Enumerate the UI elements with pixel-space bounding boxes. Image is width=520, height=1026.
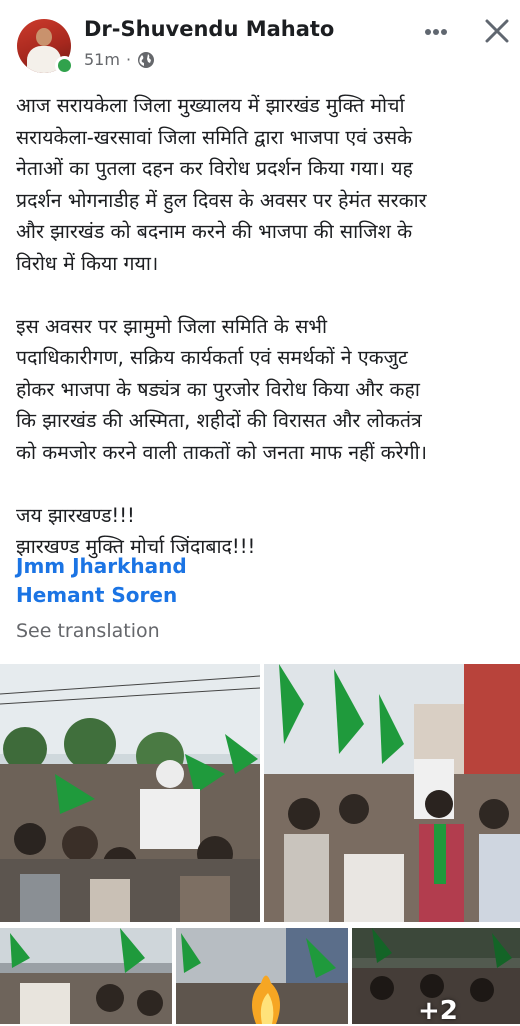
tag-hemant-soren[interactable]: Hemant Soren: [16, 583, 177, 607]
online-status-indicator: [55, 56, 74, 75]
post-photo-3[interactable]: [0, 928, 172, 1024]
post-photo-2[interactable]: [264, 664, 520, 922]
close-icon[interactable]: [482, 16, 512, 46]
globe-icon[interactable]: [137, 51, 155, 69]
post-paragraph-2: इस अवसर पर झामुमो जिला समिति के सभी पदाध…: [16, 314, 428, 464]
post-meta: 51m ·: [84, 50, 155, 69]
see-translation-link[interactable]: See translation: [16, 620, 160, 642]
tag-jmm-jharkhand[interactable]: Jmm Jharkhand: [16, 554, 187, 578]
avatar-face: [36, 28, 52, 46]
post-time[interactable]: 51m: [84, 50, 120, 69]
more-horizontal-icon[interactable]: [418, 20, 454, 44]
post-photo-4[interactable]: [176, 928, 348, 1024]
post-header: Dr-Shuvendu Mahato 51m ·: [0, 0, 520, 84]
post-paragraph-1: आज सरायकेला जिला मुख्यालय में झारखंड मुक…: [16, 94, 427, 275]
meta-separator: ·: [125, 50, 132, 69]
post-body: आज सरायकेला जिला मुख्यालय में झारखंड मुक…: [16, 90, 512, 563]
post-photo-1[interactable]: [0, 664, 260, 922]
author-name[interactable]: Dr-Shuvendu Mahato: [84, 17, 334, 41]
more-photos-count[interactable]: +2: [418, 996, 458, 1026]
